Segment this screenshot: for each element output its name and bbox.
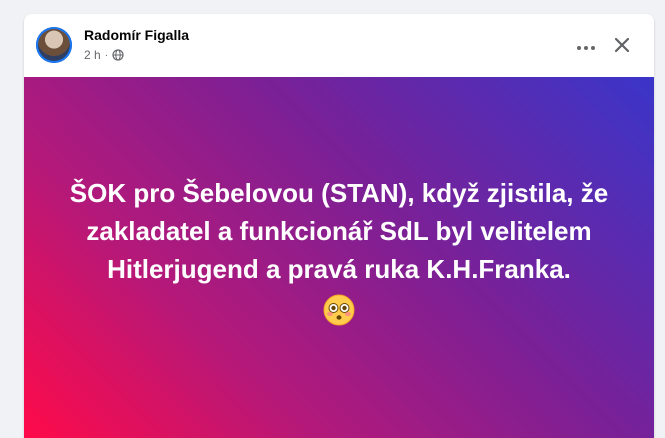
meta-separator: · — [104, 49, 109, 61]
post-header: Radomír Figalla 2 h · — [24, 14, 654, 77]
globe-icon — [112, 49, 124, 61]
post-meta: 2 h · — [84, 48, 124, 62]
avatar[interactable] — [36, 27, 72, 63]
more-dots-icon — [576, 38, 596, 56]
author-name[interactable]: Radomír Figalla — [84, 27, 189, 43]
post-text: ŠOK pro Šebelovou (STAN), když zjistila,… — [69, 177, 609, 284]
post-background-banner[interactable]: ŠOK pro Šebelovou (STAN), když zjistila,… — [24, 77, 654, 438]
close-post-button[interactable] — [604, 29, 640, 65]
post-card: Radomír Figalla 2 h · ŠOK pro Šebelovou … — [24, 14, 654, 438]
more-options-button[interactable] — [568, 29, 604, 65]
flushed-face-emoji-icon — [323, 294, 355, 326]
close-icon — [614, 37, 630, 58]
post-time[interactable]: 2 h — [84, 48, 101, 62]
